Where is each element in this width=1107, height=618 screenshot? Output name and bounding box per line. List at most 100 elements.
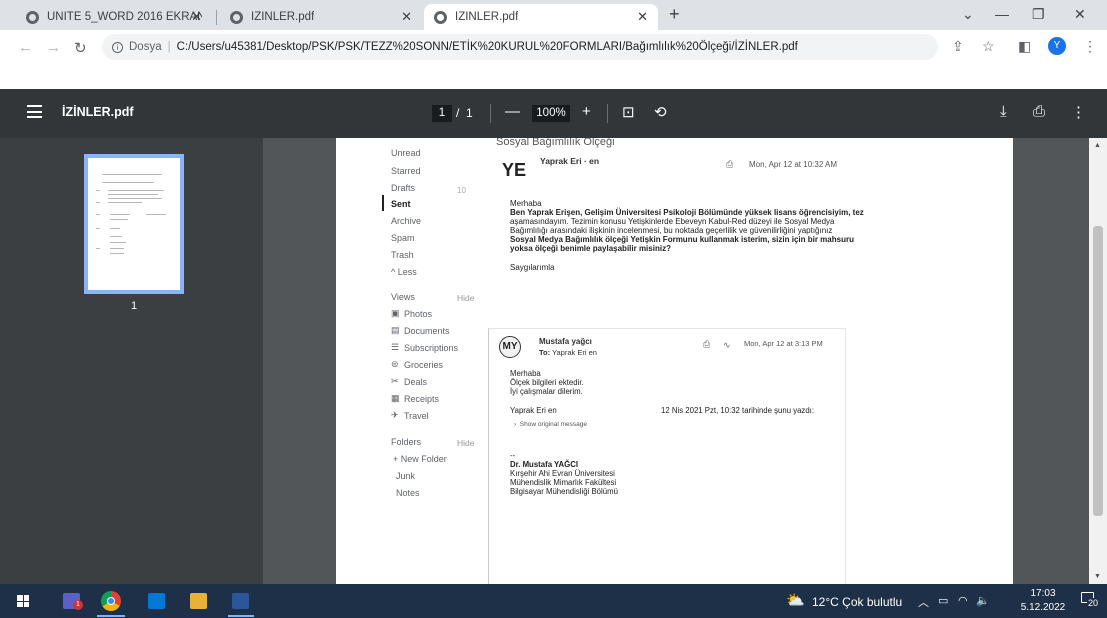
message1-sender: Yaprak Eri · en [540, 156, 600, 166]
address-bar[interactable]: i Dosya | C:/Users/u45381/Desktop/PSK/PS… [102, 34, 938, 60]
back-arrow-icon[interactable]: ← [18, 39, 33, 56]
tab-separator [216, 10, 217, 25]
reload-icon[interactable]: ↻ [74, 39, 87, 57]
toolbar-spacer [0, 64, 1107, 89]
message1-closing: Saygılarımla [510, 263, 555, 272]
print-icon: ⎙ [726, 159, 734, 169]
message2-recipient: To: Yaprak Eri en [539, 348, 597, 357]
tab-izinler-pdf-active[interactable]: İZİNLER.pdf ✕ [424, 4, 658, 30]
message2-date: Mon, Apr 12 at 3:13 PM [744, 339, 823, 348]
total-pages: 1 [466, 106, 473, 120]
browser-menu-icon[interactable]: ⋮ [1083, 38, 1097, 55]
message1-line: Ben Yaprak Erişen, Gelişim Üniversitesi … [510, 208, 864, 217]
page-number-input[interactable]: 1 [432, 105, 452, 122]
page-thumbnail[interactable] [84, 154, 184, 294]
folder-junk: Junk [396, 471, 416, 481]
screen: ÜNİTE 5_WORD 2016 EKRAN GÖ ✕ İZİNLER.pdf… [0, 0, 1107, 618]
tab-word-document[interactable]: ÜNİTE 5_WORD 2016 EKRAN GÖ ✕ [16, 4, 212, 30]
toolbar-divider [490, 104, 491, 123]
word-icon[interactable] [232, 593, 249, 609]
weather-text[interactable]: 12°C Çok bulutlu [812, 595, 902, 609]
tab-search-chevron-icon[interactable]: ⌄ [962, 6, 974, 23]
zoom-out-icon[interactable]: — [505, 103, 520, 120]
new-tab-button[interactable]: + [669, 4, 680, 25]
signature-name: Dr. Mustafa YAĞCI [510, 460, 579, 469]
keyboard-icon[interactable]: ▭ [938, 594, 948, 607]
scroll-down-icon[interactable]: ▼ [1094, 573, 1101, 580]
message1-greeting: Merhaba [510, 199, 542, 208]
clock-date: 5.12.2022 [1020, 602, 1066, 613]
travel-plane-icon: ✈ [391, 410, 399, 420]
page-separator: / [456, 106, 460, 120]
view-travel: Travel [404, 411, 429, 421]
show-original-message: › Show original message [514, 421, 587, 428]
wifi-icon[interactable]: ◠ [958, 594, 968, 607]
nav-less: ^ Less [391, 267, 417, 277]
view-documents: Documents [404, 326, 450, 336]
reply-frame [488, 328, 846, 584]
weather-cloud-icon[interactable]: ⛅ [786, 591, 805, 609]
more-actions-icon[interactable]: ⋮ [1071, 103, 1086, 121]
print-icon[interactable]: ⎙ [1033, 103, 1045, 120]
nav-drafts: Drafts [391, 183, 416, 193]
scrollbar-thumb[interactable] [1093, 226, 1103, 516]
notification-count: 20 [1087, 598, 1100, 608]
file-explorer-icon[interactable] [190, 593, 207, 609]
message1-line: Sosyal Medya Bağımlılık ölçeği Yetişkin … [510, 235, 854, 244]
info-icon[interactable]: i [112, 41, 123, 53]
clock-time: 17:03 [1030, 588, 1056, 599]
fit-to-page-icon[interactable]: ⊡ [622, 103, 635, 121]
subscriptions-icon: ☰ [391, 342, 400, 352]
nav-starred: Starred [391, 166, 421, 176]
message1-line: Bağımlılığı arasındaki ilişkinin incelen… [510, 226, 833, 235]
view-photos: Photos [404, 309, 433, 319]
share-icon[interactable]: ⇪ [952, 38, 964, 55]
close-tab-icon[interactable]: ✕ [191, 9, 202, 25]
globe-icon [26, 10, 39, 24]
side-panel-icon[interactable]: ◧ [1018, 38, 1031, 55]
active-app-indicator [97, 615, 125, 617]
close-window-button[interactable]: ✕ [1074, 6, 1086, 23]
download-icon[interactable]: ⤓ [1000, 103, 1007, 120]
quote-header: 12 Nis 2021 Pzt, 10:32 tarihinde şunu ya… [661, 406, 815, 415]
documents-icon: ▤ [391, 325, 400, 335]
windows-start-icon[interactable] [17, 595, 29, 607]
rotate-icon[interactable]: ⟲ [654, 103, 667, 121]
quote-sender: Yaprak Eri en [510, 406, 557, 415]
tab-title: İZİNLER.pdf [455, 11, 519, 23]
views-hide: Hide [457, 293, 475, 303]
browser-toolbar: ← → ↻ i Dosya | C:/Users/u45381/Desktop/… [0, 30, 1107, 64]
pdf-file-name: İZİNLER.pdf [62, 105, 134, 119]
active-app-indicator [228, 615, 254, 617]
menu-icon[interactable] [27, 105, 42, 118]
forward-arrow-icon[interactable]: → [46, 39, 61, 56]
bookmark-star-icon[interactable]: ☆ [982, 38, 995, 55]
views-heading: Views [391, 292, 415, 302]
outlook-icon[interactable] [148, 593, 165, 609]
message2-line: İyi çalışmalar dilerim. [510, 387, 583, 396]
minimize-button[interactable]: — [995, 6, 1009, 22]
notification-center-icon[interactable]: 20 [1081, 592, 1100, 609]
drafts-count: 10 [457, 186, 466, 195]
cut-off-heading: Sosyal Bağımlılık Ölçeği [496, 138, 615, 148]
nav-unread: Unread [391, 148, 421, 158]
zoom-in-icon[interactable]: + [582, 103, 591, 120]
profile-avatar[interactable]: Y [1048, 37, 1066, 55]
nav-sent: Sent [391, 199, 411, 209]
close-tab-icon[interactable]: ✕ [637, 9, 648, 25]
restore-button[interactable]: ❐ [1032, 6, 1045, 23]
zoom-level-input[interactable]: 100% [532, 105, 570, 122]
system-clock[interactable]: 17:03 5.12.2022 [1018, 587, 1068, 615]
tab-izinler-pdf[interactable]: İZİNLER.pdf ✕ [220, 4, 422, 30]
tray-chevron-up-icon[interactable]: ︿ [918, 594, 929, 610]
nav-archive: Archive [391, 216, 422, 226]
groceries-icon: ⊜ [391, 359, 399, 369]
scroll-up-icon[interactable]: ▲ [1094, 142, 1101, 149]
close-tab-icon[interactable]: ✕ [401, 9, 412, 25]
volume-icon[interactable]: 🔈 [976, 594, 990, 607]
signature-line: Bilgisayar Mühendisliği Bölümü [510, 487, 618, 496]
folder-notes: Notes [396, 488, 420, 498]
vertical-scrollbar[interactable]: ▲ ▼ [1089, 138, 1107, 584]
pdf-page: Sosyal Bağımlılık Ölçeği Unread Starred … [336, 138, 1013, 584]
nav-spam: Spam [391, 233, 415, 243]
